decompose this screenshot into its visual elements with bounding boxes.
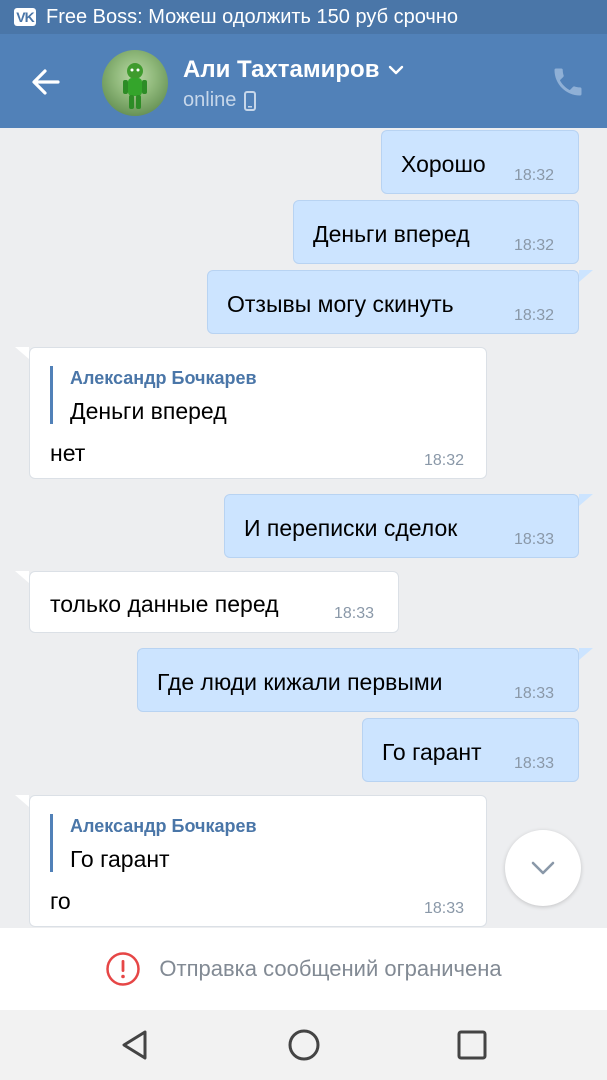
message-outgoing[interactable]: И переписки сделок 18:33 [224,494,579,558]
message-incoming[interactable]: только данные перед 18:33 [29,571,399,633]
message-incoming[interactable]: Александр Бочкарев Деньги вперед нет 18:… [29,347,487,479]
scroll-to-bottom-button[interactable] [505,830,581,906]
message-outgoing[interactable]: Деньги вперед 18:32 [293,200,579,264]
chevron-down-icon [531,861,555,875]
quote-bar [50,814,53,872]
recents-square-icon [457,1030,487,1060]
quote-author[interactable]: Александр Бочкарев [70,816,257,837]
bubble-tail [15,795,29,807]
quote-text: Го гарант [70,846,170,872]
message-time: 18:33 [424,900,465,917]
message-text: нет [50,440,86,466]
restriction-text: Отправка сообщений ограничена [159,956,502,981]
message-incoming[interactable]: Александр Бочкарев Го гарант го 18:33 [29,795,487,927]
bubble-tail [579,648,593,660]
message-text: только данные перед [50,591,279,617]
quote-bar [50,366,53,424]
message-list[interactable]: Хорошо 18:32 Деньги вперед 18:32 Отзывы … [0,128,607,928]
contact-name[interactable]: Али Тахтамиров [183,56,405,84]
contact-status-label: online [183,89,237,111]
nav-home-button[interactable] [286,1027,322,1063]
phone-icon [554,68,582,96]
call-button[interactable] [550,64,586,100]
message-time: 18:33 [514,685,555,702]
message-text: Го гарант [382,739,482,765]
back-triangle-icon [122,1030,147,1060]
message-time: 18:32 [424,452,465,469]
message-text: Хорошо [401,151,486,177]
contact-name-label: Али Тахтамиров [183,56,380,83]
message-outgoing[interactable]: Хорошо 18:32 [381,130,579,194]
back-button[interactable] [28,64,64,100]
message-text: Отзывы могу скинуть [227,291,454,317]
message-time: 18:33 [514,531,555,548]
message-time: 18:32 [514,307,555,324]
nav-recents-button[interactable] [454,1027,490,1063]
system-nav-bar [0,1010,607,1080]
quote-text: Деньги вперед [70,398,227,424]
avatar-figure [123,63,147,109]
bubble-tail [579,270,593,282]
message-outgoing[interactable]: Отзывы могу скинуть 18:32 [207,270,579,334]
avatar[interactable] [102,50,168,116]
message-time: 18:33 [514,755,555,772]
arrow-left-icon [32,69,60,95]
message-time: 18:32 [514,167,555,184]
bubble-tail [15,347,29,359]
status-bar: VK Free Boss: Можеш одолжить 150 руб сро… [0,0,607,34]
message-text: Где люди кижали первыми [157,669,443,695]
message-text: го [50,888,71,914]
exclamation-circle-icon [106,952,141,986]
bubble-tail [15,571,29,583]
message-text: Деньги вперед [313,221,470,247]
message-text: И переписки сделок [244,515,458,541]
contact-status: online [183,89,257,112]
quote-author[interactable]: Александр Бочкарев [70,368,257,389]
message-time: 18:32 [514,237,555,254]
chevron-down-icon [389,65,404,75]
bubble-tail [579,494,593,506]
chat-header: Али Тахтамиров online [0,34,607,128]
vk-logo-icon: VK [14,8,36,26]
message-outgoing[interactable]: Где люди кижали первыми 18:33 [137,648,579,712]
home-circle-icon [288,1029,320,1061]
notification-text[interactable]: Free Boss: Можеш одолжить 150 руб срочно [46,6,458,29]
messaging-restricted-bar: Отправка сообщений ограничена [0,928,607,1010]
message-time: 18:33 [334,605,375,622]
nav-back-button[interactable] [116,1027,152,1063]
mobile-device-icon [244,90,257,111]
message-outgoing[interactable]: Го гарант 18:33 [362,718,579,782]
